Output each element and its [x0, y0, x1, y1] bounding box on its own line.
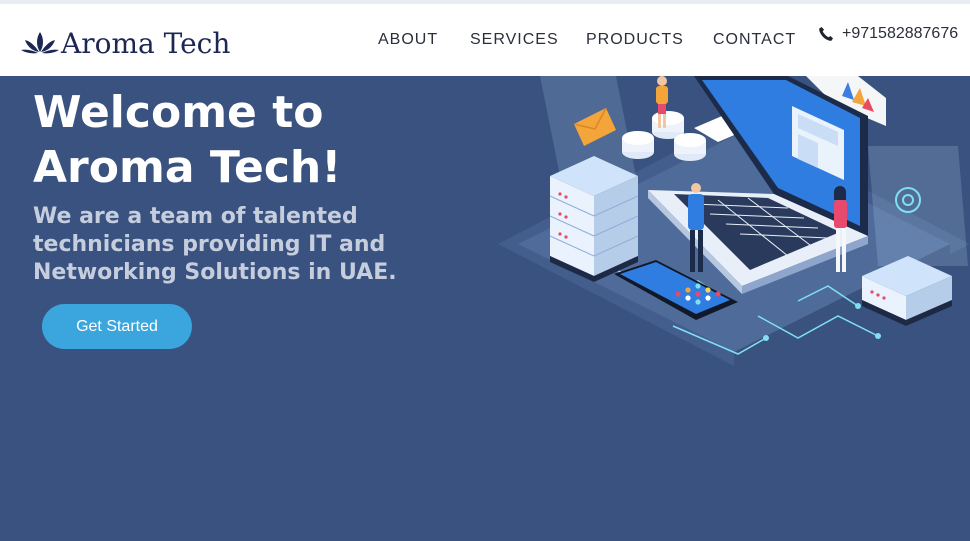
lotus-icon: [21, 32, 59, 54]
brand-name: Aroma Tech: [61, 26, 231, 60]
nav-contact[interactable]: CONTACT: [713, 31, 796, 49]
hero-section: Welcome to Aroma Tech! We are a team of …: [0, 76, 970, 541]
brand-logo-link[interactable]: Aroma Tech: [21, 23, 230, 63]
page: Aroma Tech ABOUT SERVICES PRODUCTS CONTA…: [0, 0, 970, 541]
site-header: Aroma Tech ABOUT SERVICES PRODUCTS CONTA…: [0, 4, 970, 76]
phone-link[interactable]: +971582887676: [818, 24, 958, 44]
get-started-button[interactable]: Get Started: [42, 304, 192, 349]
phone-number: +971582887676: [842, 25, 959, 42]
phone-icon: [819, 27, 833, 41]
hero-title: Welcome to Aroma Tech!: [33, 87, 342, 193]
nav-services[interactable]: SERVICES: [470, 31, 559, 49]
hero-subtitle: We are a team of talented technicians pr…: [33, 204, 397, 285]
nav-about[interactable]: ABOUT: [378, 31, 438, 49]
nav-products[interactable]: PRODUCTS: [586, 31, 684, 49]
it-network-illustration: [498, 76, 970, 366]
